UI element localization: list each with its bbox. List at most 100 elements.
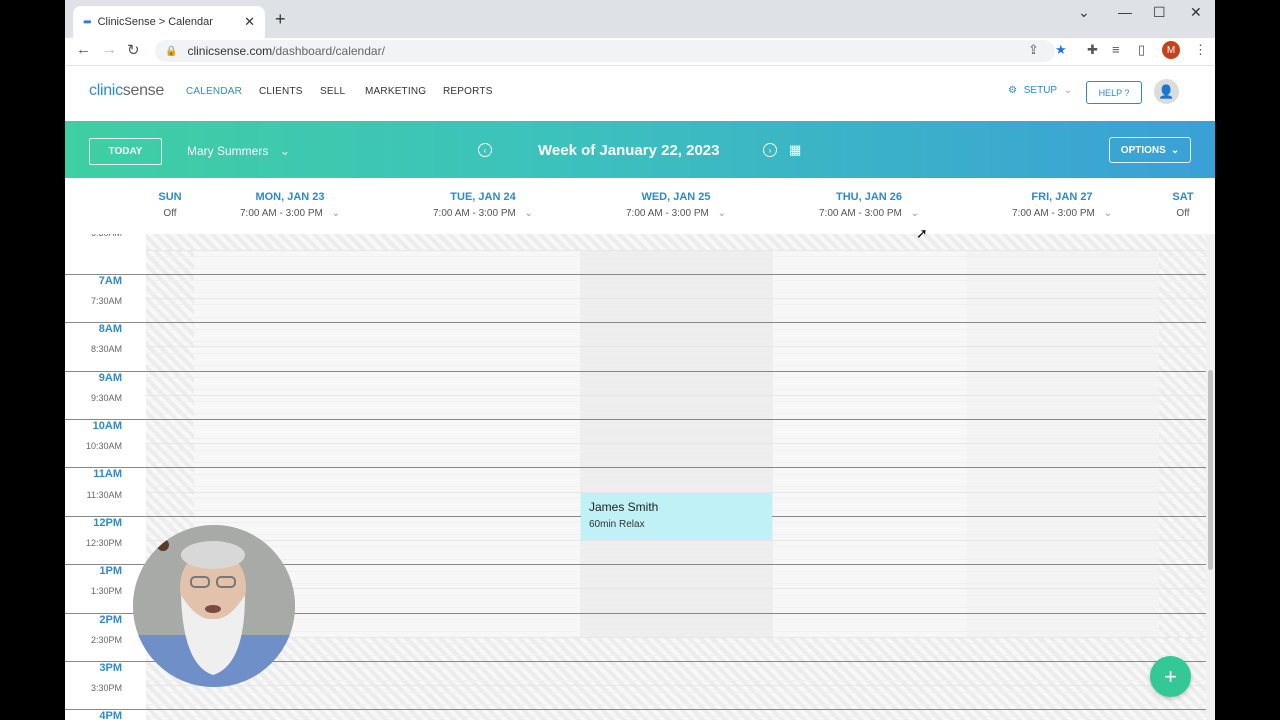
- day-header-sun: SUN Off: [145, 191, 195, 219]
- address-bar[interactable]: 🔒 clinicsense.com/dashboard/calendar/: [155, 40, 1055, 62]
- user-avatar-icon[interactable]: 👤: [1154, 79, 1179, 104]
- nav-reports[interactable]: REPORTS: [443, 86, 493, 97]
- lock-icon: 🔒: [165, 45, 178, 57]
- quarter-hour-line: [146, 703, 1206, 705]
- nav-marketing[interactable]: MARKETING: [365, 86, 426, 97]
- staff-selector[interactable]: Mary Summers ⌄: [187, 144, 290, 158]
- half-hour-line: [146, 588, 1206, 590]
- help-button[interactable]: HELP ?: [1086, 81, 1142, 104]
- chevron-down-icon[interactable]: ⌄: [715, 208, 726, 219]
- day-header-mon: MON, JAN 23 7:00 AM - 3:00 PM ⌄: [200, 191, 380, 219]
- day-hours[interactable]: 7:00 AM - 3:00 PM ⌄: [972, 208, 1152, 219]
- day-hours-text: Off: [1176, 208, 1190, 219]
- logo-sense: sense: [122, 82, 165, 99]
- quarter-hour-line: [146, 461, 1206, 463]
- quarter-hour-line: [146, 594, 1206, 596]
- quarter-hour-line: [146, 679, 1206, 681]
- new-tab-icon[interactable]: +: [275, 9, 286, 30]
- next-week-icon[interactable]: ›: [763, 143, 777, 157]
- day-header-wed: WED, JAN 25 7:00 AM - 3:00 PM ⌄: [586, 191, 766, 219]
- add-appointment-button[interactable]: +: [1150, 656, 1191, 697]
- quarter-hour-line: [146, 352, 1206, 354]
- off-hours-top: [146, 234, 1206, 250]
- options-button[interactable]: OPTIONS ⌄: [1109, 137, 1191, 163]
- time-label: 7AM: [98, 274, 122, 287]
- mouse-cursor-icon: ➚: [916, 225, 928, 241]
- back-icon[interactable]: ←: [76, 41, 91, 58]
- quarter-hour-line: [146, 413, 1206, 415]
- day-name: FRI, JAN 27: [1031, 191, 1093, 203]
- menu-kebab-icon[interactable]: ⋮: [1194, 42, 1207, 58]
- chevron-down-icon[interactable]: ⌄: [1101, 208, 1112, 219]
- day-hours-text: 7:00 AM - 3:00 PM: [819, 208, 902, 219]
- share-icon[interactable]: ⇪: [1028, 42, 1039, 58]
- day-name: WED, JAN 25: [641, 191, 711, 203]
- day-hours[interactable]: 7:00 AM - 3:00 PM ⌄: [779, 208, 959, 219]
- url-path: /dashboard/calendar/: [272, 44, 385, 58]
- browser-tab[interactable]: ••• ClinicSense > Calendar ✕: [73, 6, 265, 38]
- quarter-hour-line: [146, 619, 1206, 620]
- quarter-hour-line: [146, 643, 1206, 645]
- quarter-hour-line: [146, 655, 1206, 657]
- reading-list-icon[interactable]: ≡: [1112, 42, 1120, 57]
- quarter-hour-line: [146, 304, 1206, 306]
- calendar-picker-icon[interactable]: ▦: [789, 142, 801, 158]
- tab-search-icon[interactable]: ⌄: [1078, 4, 1090, 21]
- extensions-icon[interactable]: ✚: [1087, 42, 1098, 58]
- clinicsense-logo[interactable]: clinicsense: [89, 82, 164, 100]
- time-label: 1PM: [99, 565, 122, 578]
- appointment-card[interactable]: James Smith 60min Relax: [581, 493, 772, 540]
- nav-sell[interactable]: SELL: [320, 86, 345, 97]
- quarter-hour-line: [146, 546, 1206, 548]
- day-hours-text: 7:00 AM - 3:00 PM: [626, 208, 709, 219]
- chevron-down-icon[interactable]: ⌄: [908, 208, 919, 219]
- reload-icon[interactable]: ↻: [127, 41, 140, 59]
- quarter-hour-line: [146, 401, 1206, 403]
- day-header-fri: FRI, JAN 27 7:00 AM - 3:00 PM ⌄: [972, 191, 1152, 219]
- previous-week-icon[interactable]: ‹: [478, 143, 492, 157]
- side-panel-icon[interactable]: ▯: [1138, 42, 1145, 58]
- nav-calendar[interactable]: CALENDAR: [186, 86, 242, 97]
- day-hours[interactable]: 7:00 AM - 3:00 PM ⌄: [393, 208, 573, 219]
- chevron-down-icon[interactable]: ⌄: [522, 208, 533, 219]
- time-label: 12PM: [93, 516, 122, 529]
- appointment-service: 60min Relax: [589, 519, 645, 530]
- address-toolbar: ← → ↻ 🔒 clinicsense.com/dashboard/calend…: [65, 38, 1215, 66]
- options-label: OPTIONS: [1120, 144, 1166, 156]
- day-name: THU, JAN 26: [835, 191, 903, 203]
- time-label: 11:30AM: [86, 489, 122, 500]
- half-hour-line: [146, 443, 1206, 445]
- time-label: 1:30PM: [90, 586, 122, 597]
- today-button[interactable]: TODAY: [89, 138, 162, 165]
- quarter-hour-line: [146, 631, 1206, 633]
- minimize-icon[interactable]: —: [1118, 4, 1132, 20]
- quarter-hour-line: [146, 364, 1206, 366]
- time-label: 2PM: [99, 613, 122, 626]
- quarter-hour-line: [146, 292, 1206, 294]
- chevron-down-icon[interactable]: ⌄: [329, 208, 340, 219]
- day-header-sat: SAT Off: [1158, 191, 1208, 219]
- time-label: 8:30AM: [90, 344, 122, 355]
- hour-line: [65, 709, 1206, 711]
- quarter-hour-line: [146, 691, 1206, 693]
- gear-icon: ⚙: [1008, 85, 1017, 96]
- quarter-hour-line: [146, 570, 1206, 572]
- setup-menu[interactable]: ⚙ SETUP ⌄: [1008, 85, 1072, 96]
- day-hours-text: Off: [163, 208, 177, 219]
- day-hours[interactable]: 7:00 AM - 3:00 PM ⌄: [586, 208, 766, 219]
- scrollbar-thumb[interactable]: [1208, 370, 1213, 570]
- profile-avatar[interactable]: M: [1162, 41, 1180, 59]
- week-title: Week of January 22, 2023: [538, 142, 720, 159]
- close-tab-icon[interactable]: ✕: [244, 14, 255, 30]
- maximize-icon[interactable]: ☐: [1153, 4, 1166, 21]
- browser-window: ••• ClinicSense > Calendar ✕ + ⌄ — ☐ ✕ ←…: [65, 0, 1215, 720]
- day-hours[interactable]: 7:00 AM - 3:00 PM ⌄: [200, 208, 380, 219]
- bookmark-star-icon[interactable]: ★: [1055, 42, 1067, 58]
- nav-clients[interactable]: CLIENTS: [259, 86, 303, 97]
- calendar-toolbar: TODAY Mary Summers ⌄ ‹ Week of January 2…: [65, 121, 1215, 178]
- hour-line: [65, 273, 1206, 275]
- close-window-icon[interactable]: ✕: [1190, 4, 1202, 21]
- quarter-hour-line: [146, 389, 1206, 391]
- forward-icon[interactable]: →: [102, 41, 117, 58]
- day-hours-text: 7:00 AM - 3:00 PM: [433, 208, 516, 219]
